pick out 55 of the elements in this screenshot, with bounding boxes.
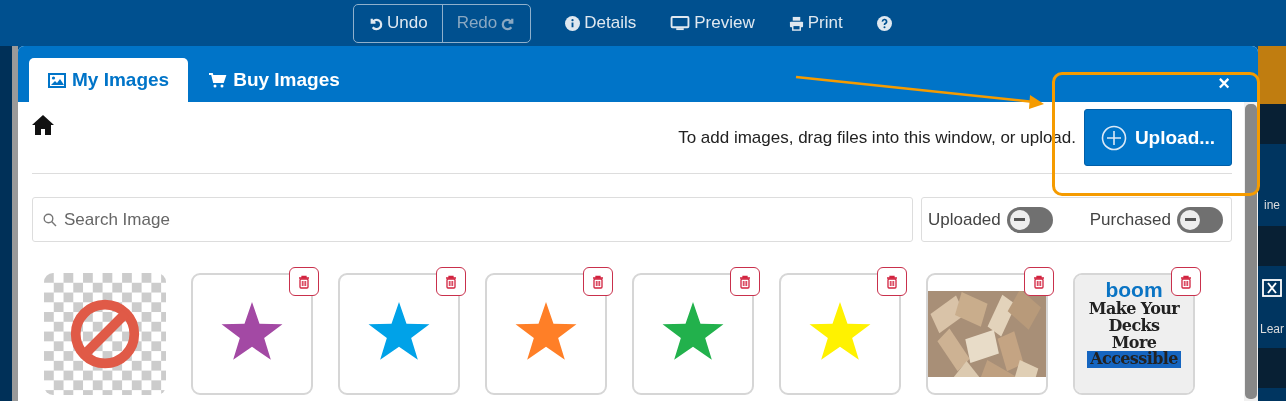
details-button[interactable]: Details bbox=[551, 4, 651, 42]
monitor-icon bbox=[670, 15, 691, 31]
panel-band bbox=[1258, 226, 1286, 266]
delete-button[interactable] bbox=[289, 267, 319, 296]
image-tile[interactable] bbox=[44, 273, 166, 395]
trash-icon bbox=[298, 274, 310, 289]
help-icon bbox=[876, 15, 892, 31]
trash-icon bbox=[739, 274, 751, 289]
image-icon bbox=[48, 72, 66, 88]
dialog-tab[interactable]: My Images bbox=[29, 58, 189, 102]
graphic-text: Decks bbox=[1108, 317, 1160, 335]
printer-icon bbox=[788, 15, 804, 31]
image-tile[interactable] bbox=[632, 273, 754, 395]
search-icon bbox=[43, 213, 57, 227]
graphic-text: More bbox=[1111, 334, 1157, 352]
image-tile[interactable] bbox=[779, 273, 901, 395]
trash-icon bbox=[886, 274, 898, 289]
highlighted-text: Accessible bbox=[1087, 351, 1181, 369]
upload-button[interactable]: Upload... bbox=[1084, 109, 1232, 166]
toggle-switch[interactable] bbox=[1006, 206, 1053, 233]
panel-label: ine bbox=[1264, 198, 1280, 212]
trash-icon bbox=[1180, 274, 1192, 289]
image-tile[interactable] bbox=[191, 273, 313, 395]
trash-icon bbox=[1033, 274, 1045, 289]
brand-text: boom bbox=[1105, 279, 1163, 301]
toggle-switch[interactable] bbox=[1177, 206, 1223, 233]
preview-button[interactable]: Preview bbox=[656, 4, 769, 42]
delete-button[interactable] bbox=[583, 267, 613, 296]
home-icon[interactable] bbox=[32, 113, 54, 136]
filter-label: Purchased bbox=[1089, 209, 1171, 230]
image-tile[interactable] bbox=[338, 273, 460, 395]
plus-icon bbox=[1100, 124, 1127, 151]
undo-button[interactable]: Undo bbox=[354, 4, 442, 42]
close-box-icon bbox=[1262, 278, 1282, 297]
dialog-tab[interactable]: Buy Images bbox=[190, 58, 359, 102]
delete-button[interactable] bbox=[1024, 267, 1054, 296]
delete-button[interactable] bbox=[877, 267, 907, 296]
scrollbar[interactable] bbox=[1244, 102, 1258, 401]
print-button[interactable]: Print bbox=[774, 4, 857, 42]
graphic-text: Make Your bbox=[1088, 301, 1180, 318]
delete-button[interactable] bbox=[1171, 267, 1201, 296]
image-tile[interactable] bbox=[485, 273, 607, 395]
trash-icon bbox=[592, 274, 604, 289]
close-button[interactable]: × bbox=[1218, 75, 1230, 91]
image-tile[interactable]: boom Make Your Decks More Accessible bbox=[1073, 273, 1195, 395]
filter-label: Uploaded bbox=[928, 209, 1001, 230]
image-tile[interactable] bbox=[926, 273, 1048, 395]
trash-icon bbox=[445, 274, 457, 289]
info-icon bbox=[565, 15, 581, 31]
no-image-icon bbox=[44, 273, 166, 395]
panel-label: Lear bbox=[1260, 321, 1284, 336]
search-field[interactable]: Search Image bbox=[32, 197, 913, 242]
delete-button[interactable] bbox=[436, 267, 466, 296]
cart-icon bbox=[209, 72, 228, 88]
delete-button[interactable] bbox=[730, 267, 760, 296]
